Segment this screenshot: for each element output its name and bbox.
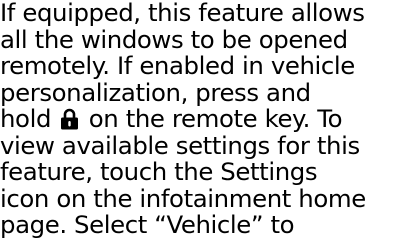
text-line-9: page. Select “Vehicle” to bbox=[0, 210, 295, 239]
instruction-paragraph: If equipped, this feature allows all the… bbox=[0, 0, 398, 244]
text-line-5: hold on the remote key. To bbox=[0, 104, 398, 133]
text-remote-key: on the remote key. To bbox=[88, 104, 343, 133]
text-line-2: all the windows to be opened bbox=[0, 24, 348, 54]
text-line-6: view available settings for this bbox=[0, 130, 360, 160]
text-line-8: icon on the infotainment home bbox=[0, 183, 366, 213]
text-line-4: personalization, press and bbox=[0, 77, 311, 107]
text-hold: hold bbox=[0, 104, 52, 133]
text-line-7: feature, touch the Settings bbox=[0, 157, 318, 186]
text-line-1: If equipped, this feature allows bbox=[0, 0, 365, 27]
lock-icon bbox=[60, 108, 79, 130]
text-line-3: remotely. If enabled in vehicle bbox=[0, 51, 355, 80]
